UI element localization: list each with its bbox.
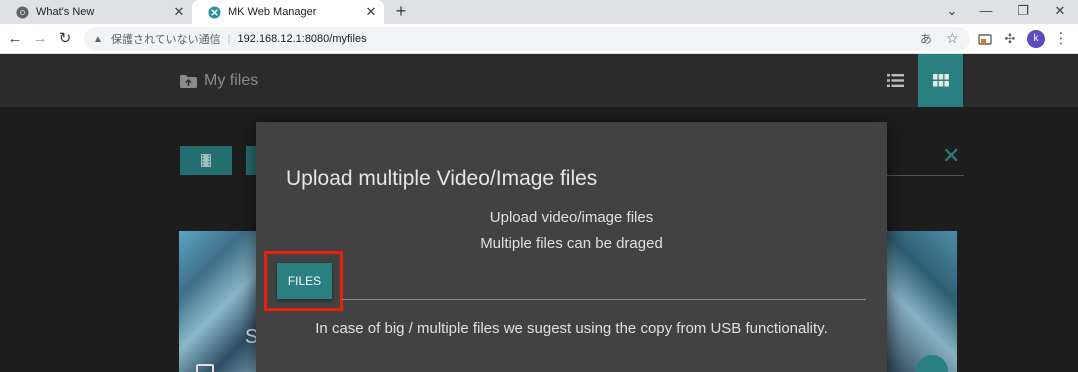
window-close-icon[interactable]: ✕ <box>1046 1 1074 21</box>
address-bar[interactable]: ▲ 保護されていない通信 | 192.168.12.1:8080/myfiles… <box>84 27 970 51</box>
search-close-icon[interactable]: ✕ <box>942 145 960 167</box>
tab-whats-new[interactable]: What's New ✕ <box>0 0 192 24</box>
address-separator: | <box>227 33 231 45</box>
tab-close-icon[interactable]: ✕ <box>362 4 380 20</box>
background-action-button[interactable] <box>180 146 232 175</box>
bookmark-star-icon[interactable]: ☆ <box>946 30 959 46</box>
list-view-button[interactable] <box>874 54 916 107</box>
cast-icon[interactable] <box>974 28 996 50</box>
dialog-usb-note: In case of big / multiple files we suges… <box>315 320 828 337</box>
files-button[interactable]: FILES <box>277 263 332 299</box>
tab-title: What's New <box>36 6 95 18</box>
list-icon <box>886 74 904 87</box>
insecure-label: 保護されていない通信 <box>111 34 221 46</box>
forward-icon[interactable]: → <box>29 28 51 50</box>
folder-icon <box>180 74 197 88</box>
media-thumbnail[interactable]: S <box>179 231 256 372</box>
file-input-underline[interactable] <box>342 299 866 300</box>
browser-tab-strip: What's New ✕ MK Web Manager ✕ + ⌄ — ❐ ✕ <box>0 0 1078 24</box>
film-icon <box>201 154 211 167</box>
url-text[interactable]: 192.168.12.1:8080/myfiles <box>238 33 367 45</box>
tab-title: MK Web Manager <box>228 6 317 18</box>
app-header: My files <box>0 54 1078 107</box>
dialog-title: Upload multiple Video/Image files <box>286 167 598 190</box>
browser-menu-icon[interactable]: ⋮ <box>1050 28 1072 50</box>
minimize-icon[interactable]: — <box>972 1 1000 21</box>
upload-dialog: Upload multiple Video/Image files Upload… <box>256 122 887 372</box>
new-tab-button[interactable]: + <box>392 1 410 23</box>
tab-close-icon[interactable]: ✕ <box>170 4 188 20</box>
more-options-button[interactable] <box>916 355 948 372</box>
thumbnail-label: S <box>245 326 256 348</box>
warning-icon[interactable]: ▲ <box>93 34 107 45</box>
search-underline <box>887 175 964 176</box>
profile-avatar[interactable]: k <box>1027 30 1045 48</box>
extensions-icon[interactable]: ✣ <box>999 28 1021 50</box>
page-title: My files <box>180 72 258 90</box>
app-favicon <box>208 5 221 19</box>
dialog-drag-hint: Multiple files can be draged <box>480 235 663 252</box>
dialog-instruction: Upload video/image files <box>489 209 654 226</box>
translate-icon[interactable]: あ <box>920 31 932 47</box>
back-icon[interactable]: ← <box>4 28 26 50</box>
grid-view-button[interactable] <box>918 54 963 107</box>
tab-mk-web-manager[interactable]: MK Web Manager ✕ <box>192 0 384 24</box>
page-title-text: My files <box>204 72 259 89</box>
add-to-playlist-icon[interactable] <box>196 364 214 372</box>
reload-icon[interactable]: ↻ <box>54 28 76 50</box>
restore-icon[interactable]: ❐ <box>1009 1 1037 21</box>
tab-search-icon[interactable]: ⌄ <box>938 1 966 21</box>
browser-toolbar: ← → ↻ ▲ 保護されていない通信 | 192.168.12.1:8080/m… <box>0 24 1078 54</box>
grid-icon <box>932 74 949 87</box>
chrome-icon <box>16 5 29 19</box>
media-thumbnail[interactable] <box>887 231 957 372</box>
